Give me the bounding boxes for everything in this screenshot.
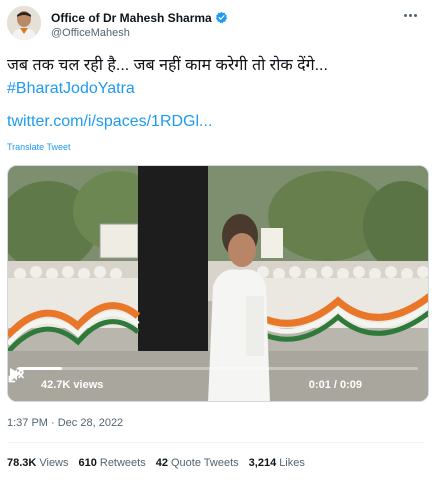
video-player[interactable]: 42.7K views 0:01 / 0:09 — [7, 165, 429, 402]
stat-retweets[interactable]: 610 Retweets — [79, 457, 146, 469]
stat-retweets-label: Retweets — [99, 457, 146, 469]
stat-quote-tweets-value: 42 — [155, 457, 168, 469]
tweet-header: Office of Dr Mahesh Sharma @OfficeMahesh — [7, 6, 425, 46]
tweet-text-line: जब तक चल रही है... जब नहीं काम करेगी तो … — [7, 57, 328, 74]
video-controls: 42.7K views 0:01 / 0:09 — [8, 367, 428, 401]
stat-likes-label: Likes — [279, 457, 305, 469]
stat-quote-tweets-label: Quote Tweets — [170, 457, 239, 469]
tweet-timestamp[interactable]: 1:37 PM · Dec 28, 2022 — [7, 417, 123, 429]
stat-quote-tweets[interactable]: 42 Quote Tweets — [156, 457, 239, 469]
video-progress-fill — [18, 367, 62, 370]
author-display-name[interactable]: Office of Dr Mahesh Sharma — [51, 11, 212, 25]
hashtag-link[interactable]: #BharatJodoYatra — [7, 77, 427, 100]
avatar[interactable] — [7, 6, 41, 40]
verified-badge-icon — [215, 11, 227, 24]
author-handle[interactable]: @OfficeMahesh — [51, 27, 228, 39]
stat-views-value: 78.3K — [7, 457, 37, 469]
stat-likes-value: 3,214 — [248, 457, 277, 469]
stat-likes[interactable]: 3,214 Likes — [249, 457, 305, 469]
tweet-card: Office of Dr Mahesh Sharma @OfficeMahesh… — [0, 0, 432, 481]
stat-views-label: Views — [39, 457, 69, 469]
stat-views: 78.3K Views — [7, 457, 69, 469]
spaces-url-link[interactable]: twitter.com/i/spaces/1RDGl... — [7, 110, 427, 133]
tweet-text: जब तक चल रही है... जब नहीं काम करेगी तो … — [7, 54, 427, 133]
translate-tweet-link[interactable]: Translate Tweet — [7, 142, 71, 152]
fullscreen-icon[interactable] — [8, 367, 24, 383]
video-view-count: 42.7K views — [41, 379, 104, 391]
more-options-icon[interactable] — [401, 8, 419, 22]
stat-retweets-value: 610 — [78, 457, 97, 469]
divider — [7, 442, 425, 443]
video-progress-bar[interactable] — [18, 367, 418, 370]
tweet-stats: 78.3K Views 610 Retweets 42 Quote Tweets 3,… — [7, 457, 315, 469]
video-time: 0:01 / 0:09 — [308, 379, 362, 391]
